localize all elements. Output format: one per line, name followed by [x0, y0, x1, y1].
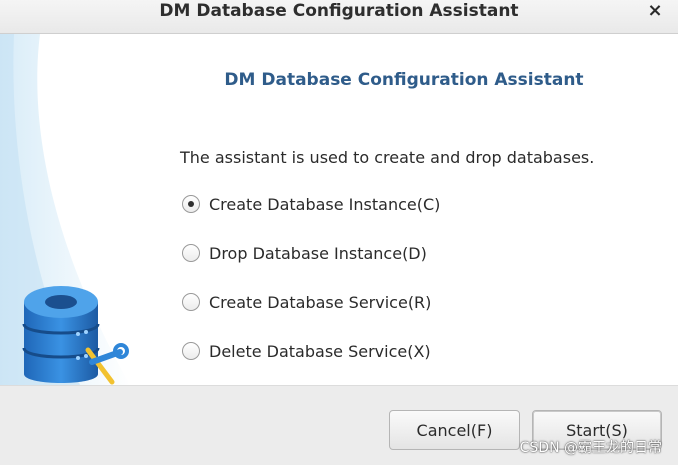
title-bar: DM Database Configuration Assistant ×: [0, 0, 678, 34]
button-bar: Cancel(F) Start(S) CSDN @霸王龙的日常: [0, 385, 678, 465]
page-title: DM Database Configuration Assistant: [224, 70, 584, 90]
window-title: DM Database Configuration Assistant: [159, 1, 519, 21]
radio-drop-instance[interactable]: [182, 244, 200, 262]
database-illustration: [0, 34, 130, 385]
radio-delete-service[interactable]: [182, 342, 200, 360]
option-label: Drop Database Instance(D): [209, 243, 427, 263]
option-label: Create Database Service(R): [209, 292, 432, 312]
radio-create-instance[interactable]: [182, 195, 200, 213]
option-label: Delete Database Service(X): [209, 341, 431, 361]
watermark: CSDN @霸王龙的日常: [519, 440, 662, 456]
option-create-instance[interactable]: Create Database Instance(C): [182, 192, 440, 216]
dialog-content: DM Database Configuration Assistant The …: [0, 34, 678, 385]
description-text: The assistant is used to create and drop…: [180, 148, 595, 167]
close-button[interactable]: ×: [642, 0, 668, 24]
radio-create-service[interactable]: [182, 293, 200, 311]
cancel-button[interactable]: Cancel(F): [389, 410, 520, 450]
option-label: Create Database Instance(C): [209, 194, 441, 214]
option-create-service[interactable]: Create Database Service(R): [182, 290, 431, 314]
database-icon: [22, 286, 100, 383]
option-drop-instance[interactable]: Drop Database Instance(D): [182, 241, 427, 265]
option-delete-service[interactable]: Delete Database Service(X): [182, 339, 431, 363]
